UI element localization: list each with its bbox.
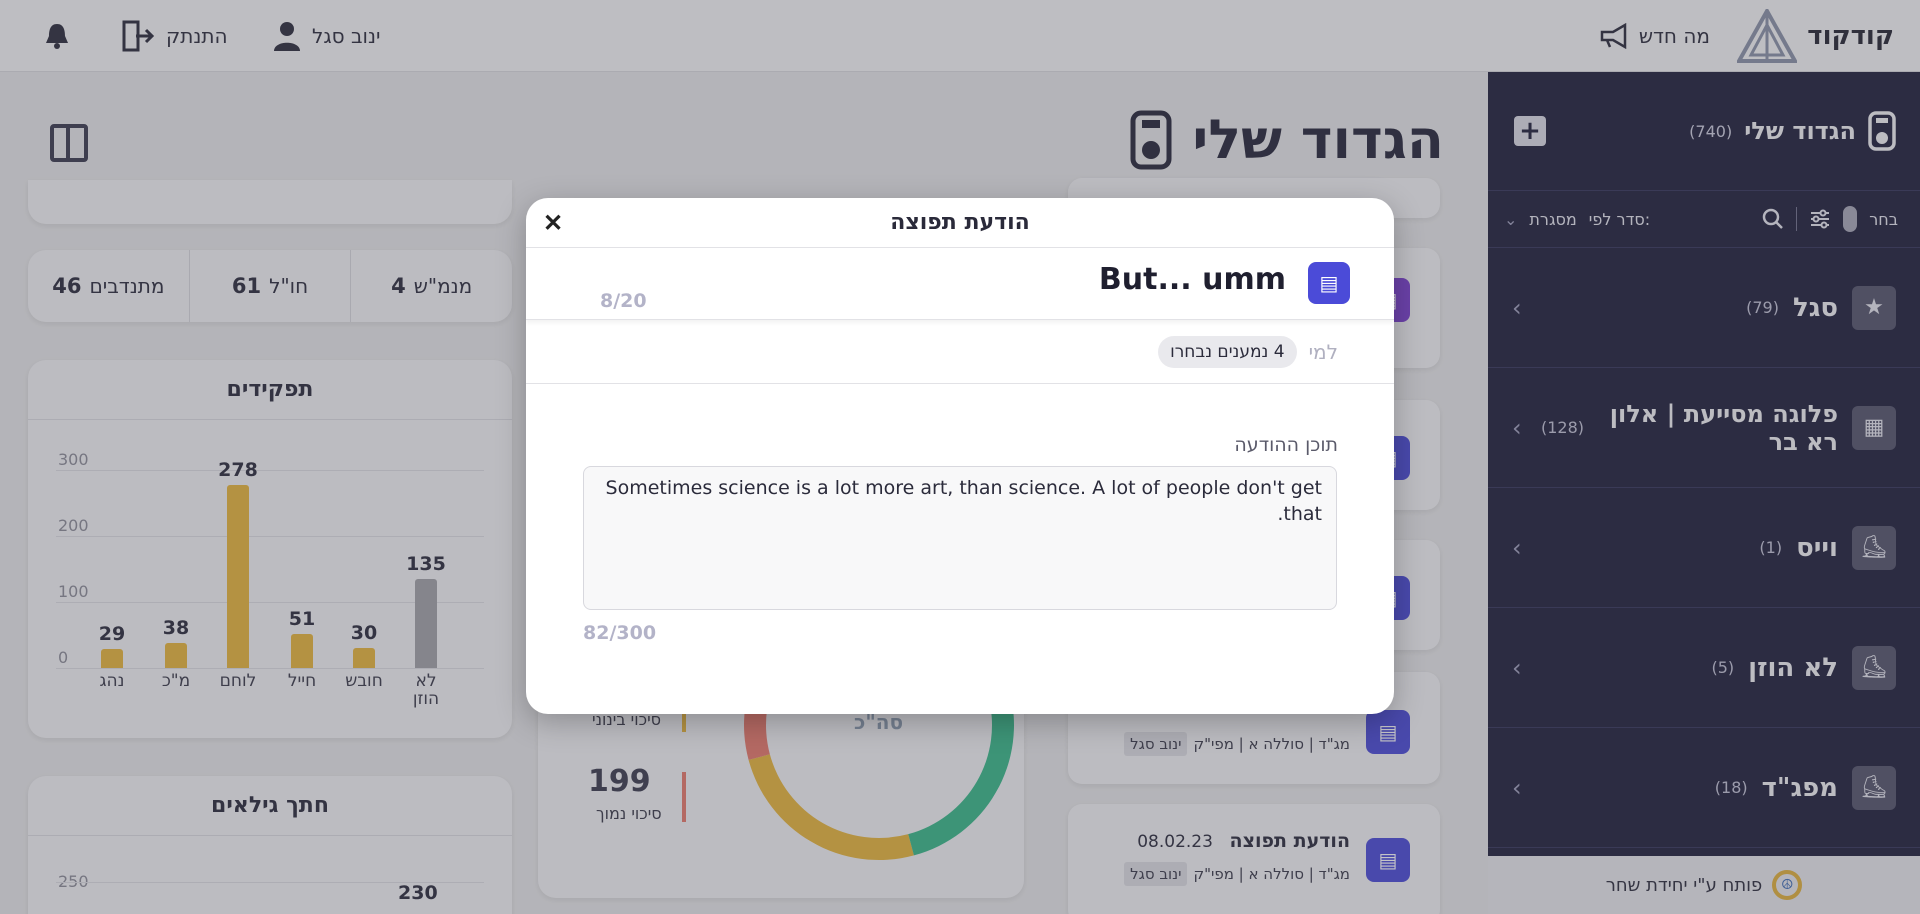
- recipients-label: למי: [1308, 339, 1338, 364]
- content-char-count: 82/300: [583, 622, 657, 644]
- recipients-row: למי 4 נמענים נבחרו: [526, 320, 1394, 384]
- subject-section: ▤ But... umm 8/20: [526, 248, 1394, 320]
- close-icon: ✕: [542, 209, 564, 237]
- content-textarea[interactable]: Sometimes science is a lot more art, tha…: [583, 466, 1337, 610]
- modal-header: הודעת תפוצה ✕: [526, 198, 1394, 248]
- subject-char-count: 8/20: [600, 290, 647, 312]
- close-button[interactable]: ✕: [536, 206, 570, 240]
- broadcast-message-modal: הודעת תפוצה ✕ ▤ But... umm 8/20 למי 4 נמ…: [526, 198, 1394, 714]
- message-icon: ▤: [1308, 262, 1350, 304]
- subject-input[interactable]: But... umm: [1099, 262, 1286, 297]
- recipients-chip[interactable]: 4 נמענים נבחרו: [1158, 335, 1297, 368]
- modal-title: הודעת תפוצה: [890, 210, 1030, 235]
- content-label: תוכן ההודעה: [1234, 434, 1338, 456]
